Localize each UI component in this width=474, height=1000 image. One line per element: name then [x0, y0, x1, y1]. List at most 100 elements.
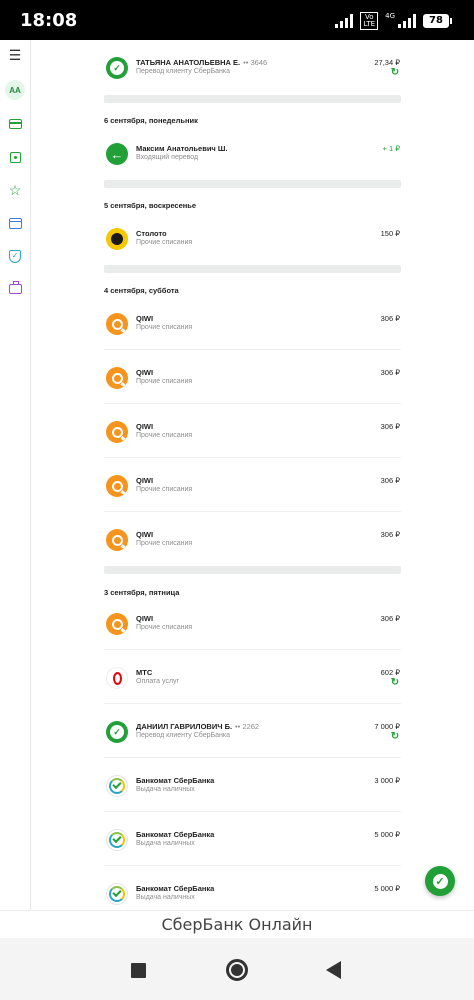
transaction-desc: Прочие списания: [136, 540, 193, 547]
transaction-amount: 306 ₽: [380, 314, 400, 323]
signal-icon-2: [398, 14, 416, 28]
transaction-row[interactable]: QIWI Прочие списания 306 ₽: [104, 296, 401, 350]
mts-logo-icon: [106, 667, 128, 689]
repeat-icon[interactable]: ↻: [390, 732, 400, 742]
qiwi-logo-icon: [106, 613, 128, 635]
section-divider: [104, 566, 401, 574]
qiwi-logo-icon: [106, 421, 128, 443]
transaction-row[interactable]: QIWI Прочие списания 306 ₽: [104, 596, 401, 650]
sberbank-atm-logo-icon: [106, 775, 128, 797]
transaction-desc: Входящий перевод: [136, 154, 199, 161]
hamburger-icon[interactable]: ☰: [5, 45, 25, 65]
transaction-row[interactable]: ← Максим Анатольевич Ш. Входящий перевод…: [104, 126, 401, 180]
transaction-desc: Прочие списания: [136, 324, 193, 331]
assistant-button[interactable]: ✓: [425, 866, 455, 896]
transaction-amount: + 1 ₽: [382, 144, 401, 153]
sberbank-atm-logo-icon: [106, 883, 128, 905]
transaction-amount: 3 000 ₽: [374, 776, 400, 785]
transaction-row[interactable]: Банкомат СберБанка Выдача наличных 5 000…: [104, 812, 401, 866]
transaction-name: QIWI: [136, 476, 154, 485]
transaction-desc: Перевод клиенту СберБанка: [136, 68, 230, 75]
incoming-arrow-icon: ←: [106, 143, 128, 165]
section-divider: [104, 95, 401, 103]
transaction-name: QIWI: [136, 422, 154, 431]
repeat-icon[interactable]: ↻: [390, 68, 400, 78]
section-divider: [104, 265, 401, 273]
repeat-icon[interactable]: ↻: [390, 678, 400, 688]
card-icon[interactable]: [5, 114, 25, 134]
transaction-row[interactable]: Банкомат СберБанка Выдача наличных 5 000…: [104, 866, 401, 910]
transaction-row[interactable]: Банкомат СберБанка Выдача наличных 3 000…: [104, 758, 401, 812]
transaction-row[interactable]: QIWI Прочие списания 306 ₽: [104, 404, 401, 458]
stoloto-logo-icon: [106, 228, 128, 250]
card-mask: •• 2262: [235, 722, 260, 731]
transaction-desc: Перевод клиенту СберБанка: [136, 732, 230, 739]
sber-logo-icon: ✓: [106, 721, 128, 743]
transactions-feed[interactable]: ✓ ТАТЬЯНА АНАТОЛЬЕВНА Е. •• 3646 Перевод …: [104, 40, 401, 910]
card-mask: •• 3646: [243, 58, 268, 67]
back-triangle-icon[interactable]: [320, 957, 346, 983]
status-time: 18:08: [20, 10, 78, 31]
signal-icon: [335, 14, 354, 28]
system-nav-bar: [0, 938, 474, 1000]
qiwi-logo-icon: [106, 529, 128, 551]
transaction-desc: Прочие списания: [136, 486, 193, 493]
transaction-row[interactable]: QIWI Прочие списания 306 ₽: [104, 512, 401, 566]
transaction-amount: 7 000 ₽: [374, 722, 400, 731]
transaction-amount: 5 000 ₽: [374, 884, 400, 893]
qiwi-logo-icon: [106, 367, 128, 389]
transaction-desc: Прочие списания: [136, 378, 193, 385]
transaction-row[interactable]: QIWI Прочие списания 306 ₽: [104, 350, 401, 404]
transaction-desc: Прочие списания: [136, 432, 193, 439]
network-type-label: 4G: [385, 12, 395, 20]
transaction-name: ТАТЬЯНА АНАТОЛЬЕВНА Е.: [136, 58, 241, 67]
transaction-name: Банкомат СберБанка: [136, 776, 215, 785]
status-icons: Vo LTE 4G 78: [335, 12, 452, 30]
avatar[interactable]: АА: [5, 80, 25, 100]
transaction-desc: Оплата услуг: [136, 678, 180, 685]
transaction-name: QIWI: [136, 530, 154, 539]
transaction-row[interactable]: QIWI Прочие списания 306 ₽: [104, 458, 401, 512]
transaction-row[interactable]: Столото Прочие списания 150 ₽: [104, 211, 401, 265]
transaction-desc: Выдача наличных: [136, 894, 195, 901]
sber-assistant-icon: ✓: [432, 873, 448, 889]
app-label-bar: СберБанк Онлайн: [0, 910, 474, 938]
transaction-row[interactable]: ✓ ТАТЬЯНА АНАТОЛЬЕВНА Е. •• 3646 Перевод …: [104, 40, 401, 94]
transaction-amount: 306 ₽: [380, 476, 400, 485]
transaction-name: QIWI: [136, 368, 154, 377]
transaction-name: Максим Анатольевич Ш.: [136, 144, 228, 153]
star-icon[interactable]: ☆: [5, 180, 25, 200]
transaction-row[interactable]: ✓ ДАНИИЛ ГАВРИЛОВИЧ Б. •• 2262 Перевод кл…: [104, 704, 401, 758]
app-label: СберБанк Онлайн: [161, 915, 313, 934]
transaction-name: QIWI: [136, 614, 154, 623]
transaction-amount: 5 000 ₽: [374, 830, 400, 839]
briefcase-icon[interactable]: [5, 279, 25, 299]
shield-icon[interactable]: ✓: [5, 246, 25, 266]
transaction-name: Банкомат СберБанка: [136, 830, 215, 839]
battery-icon: 78: [423, 14, 452, 28]
sidebar: ☰ АА ☆ ✓: [0, 40, 31, 910]
qiwi-logo-icon: [106, 313, 128, 335]
transaction-name: МТС: [136, 668, 153, 677]
transaction-name: ДАНИИЛ ГАВРИЛОВИЧ Б.: [136, 722, 233, 731]
transaction-row[interactable]: МТС Оплата услуг 602 ₽ ↻: [104, 650, 401, 704]
transaction-amount: 306 ₽: [380, 422, 400, 431]
battery-level: 78: [423, 14, 449, 28]
recents-square-icon[interactable]: [125, 957, 151, 983]
transaction-desc: Выдача наличных: [136, 786, 195, 793]
transaction-amount: 150 ₽: [380, 229, 400, 238]
deposit-icon[interactable]: [5, 147, 25, 167]
transaction-amount: 306 ₽: [380, 368, 400, 377]
sberbank-atm-logo-icon: [106, 829, 128, 851]
transaction-name: Банкомат СберБанка: [136, 884, 215, 893]
volte-icon: Vo LTE: [360, 12, 379, 30]
transaction-name: Столото: [136, 229, 167, 238]
section-divider: [104, 180, 401, 188]
transaction-desc: Прочие списания: [136, 624, 193, 631]
qiwi-logo-icon: [106, 475, 128, 497]
window-icon[interactable]: [5, 213, 25, 233]
transaction-amount: 306 ₽: [380, 614, 400, 623]
home-circle-icon[interactable]: [224, 957, 250, 983]
transaction-desc: Выдача наличных: [136, 840, 195, 847]
transaction-amount: 27,34 ₽: [374, 58, 400, 67]
